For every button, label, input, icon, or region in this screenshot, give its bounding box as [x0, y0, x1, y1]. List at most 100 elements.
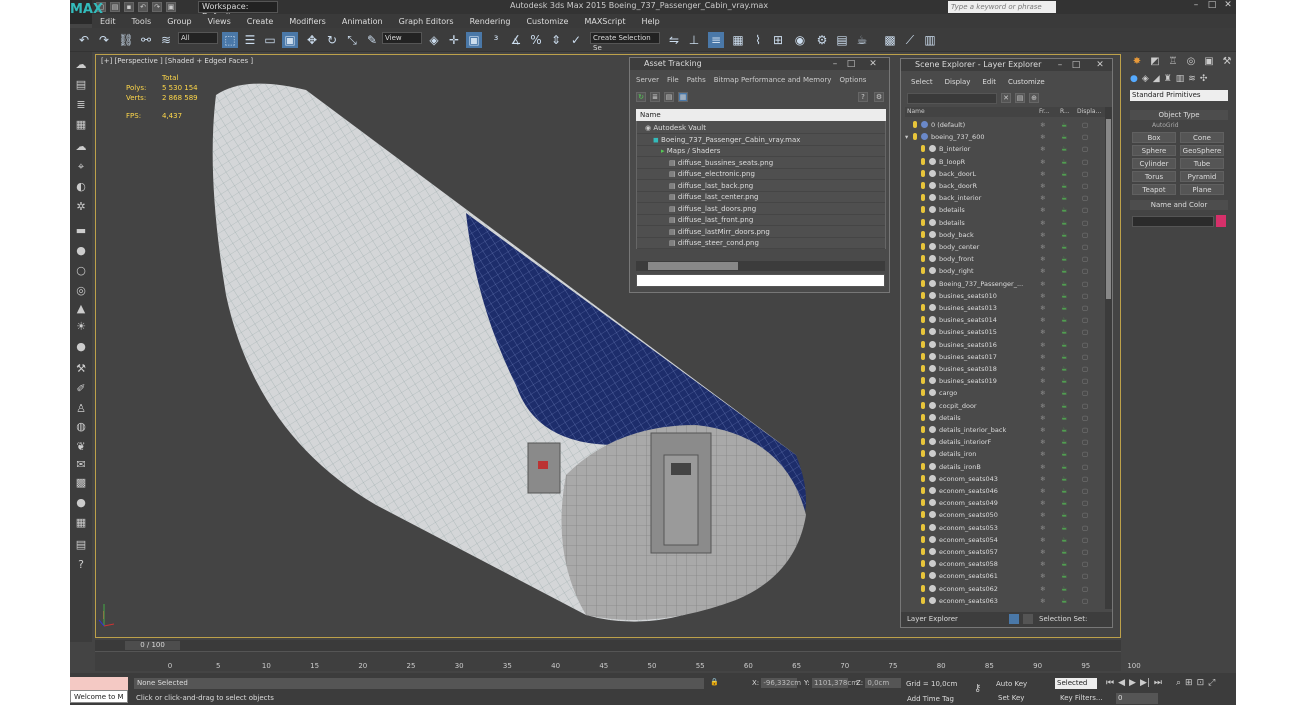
display-icon[interactable]: ▢ — [1082, 412, 1088, 424]
minimize-icon[interactable]: – — [828, 58, 842, 70]
geometry-icon[interactable]: ● — [1130, 74, 1138, 84]
scene-row[interactable]: 0 (default) ❄ ☕ ▢ — [905, 119, 1105, 131]
display-icon[interactable]: ▢ — [1082, 290, 1088, 302]
scene-row[interactable]: body_back ❄ ☕ ▢ — [905, 229, 1105, 241]
layer-explorer-dropdown[interactable]: Layer Explorer — [907, 615, 958, 623]
layer-visibility-icon[interactable] — [921, 401, 925, 409]
freeze-icon[interactable]: ❄ — [1040, 351, 1045, 363]
render-icon[interactable]: ☕ — [1061, 326, 1067, 338]
scene-row[interactable]: econom_seats063 ❄ ☕ ▢ — [905, 595, 1105, 607]
maximize-viewport-icon[interactable]: ⤢ — [1208, 678, 1215, 688]
render-icon[interactable]: ☕ — [1061, 509, 1067, 521]
freeze-icon[interactable]: ❄ — [1040, 119, 1045, 131]
omni-light-icon[interactable]: ○ — [73, 264, 89, 278]
maximize-icon[interactable]: □ — [1204, 0, 1220, 12]
freeze-icon[interactable]: ❄ — [1040, 229, 1045, 241]
menu-animation[interactable]: Animation — [334, 17, 391, 26]
menu-graph-editors[interactable]: Graph Editors — [391, 17, 462, 26]
render-icon[interactable]: ☕ — [1061, 278, 1067, 290]
layer-visibility-icon[interactable] — [921, 279, 925, 287]
render-icon[interactable]: ☕ — [1061, 363, 1067, 375]
display-icon[interactable]: ▢ — [1082, 229, 1088, 241]
freeze-icon[interactable]: ❄ — [1040, 412, 1045, 424]
render-icon[interactable]: ☕ — [1061, 265, 1067, 277]
manipulate-icon[interactable]: ✛ — [446, 32, 462, 48]
unlink-icon[interactable]: ⚯ — [138, 32, 154, 48]
layer-visibility-icon[interactable] — [921, 523, 925, 531]
add-to-layer-icon[interactable]: ⊕ — [1029, 93, 1039, 103]
object-name-field[interactable] — [1132, 216, 1214, 227]
display-icon[interactable]: ▢ — [1082, 302, 1088, 314]
render-setup-icon[interactable]: ⚙ — [814, 32, 830, 48]
display-icon[interactable]: ▢ — [1082, 363, 1088, 375]
scroll-thumb[interactable] — [648, 262, 738, 270]
render-icon[interactable]: ☕ — [1061, 473, 1067, 485]
render-icon[interactable]: ☕ — [1061, 314, 1067, 326]
spray-icon[interactable]: ✉ — [73, 458, 89, 472]
asset-menu-item[interactable]: File — [667, 76, 679, 88]
list-view-icon[interactable]: ≣ — [650, 92, 660, 102]
primitive-cone-button[interactable]: Cone — [1180, 132, 1224, 143]
freeze-icon[interactable]: ❄ — [1040, 204, 1045, 216]
x-field[interactable]: -96,332cm — [761, 678, 801, 688]
scene-row[interactable]: econom_seats062 ❄ ☕ ▢ — [905, 583, 1105, 595]
scene-row[interactable]: busines_seats017 ❄ ☕ ▢ — [905, 351, 1105, 363]
workspace-dropdown[interactable]: Workspace: Default — [198, 1, 278, 21]
z-field[interactable]: 0,0cm — [865, 678, 902, 688]
scene-row[interactable]: back_doorR ❄ ☕ ▢ — [905, 180, 1105, 192]
scale-icon[interactable]: ⤡ — [344, 32, 360, 48]
scene-row[interactable]: busines_seats019 ❄ ☕ ▢ — [905, 375, 1105, 387]
layer-visibility-icon[interactable] — [921, 413, 925, 421]
freeze-icon[interactable]: ❄ — [1040, 436, 1045, 448]
display-icon[interactable]: ▢ — [1082, 326, 1088, 338]
scene-row[interactable]: Boeing_737_Passenger_... ❄ ☕ ▢ — [905, 278, 1105, 290]
layer-visibility-icon[interactable] — [921, 291, 925, 299]
teapot-icon[interactable]: ● — [73, 496, 89, 510]
menu-maxscript[interactable]: MAXScript — [576, 17, 633, 26]
next-frame-icon[interactable]: ▶| — [1140, 678, 1150, 688]
scene-row[interactable]: busines_seats018 ❄ ☕ ▢ — [905, 363, 1105, 375]
helpers-icon[interactable]: ▥ — [1176, 74, 1185, 84]
display-icon[interactable]: ▢ — [1082, 424, 1088, 436]
save-icon[interactable]: ▪ — [124, 2, 134, 12]
render-column-header[interactable]: R... — [1060, 108, 1070, 115]
primitive-box-button[interactable]: Box — [1132, 132, 1176, 143]
freeze-icon[interactable]: ❄ — [1040, 156, 1045, 168]
redo-icon[interactable]: ↷ — [96, 32, 112, 48]
percent-snap-icon[interactable]: % — [528, 32, 544, 48]
display-icon[interactable]: ▢ — [1082, 204, 1088, 216]
minimize-icon[interactable]: – — [1053, 59, 1067, 71]
render-icon[interactable]: ☕ — [1061, 119, 1067, 131]
named-selection-dropdown[interactable]: Create Selection Se — [590, 32, 660, 52]
render-icon[interactable]: ☕ — [1061, 546, 1067, 558]
curve-editor-icon[interactable]: ⌇ — [750, 32, 766, 48]
freeze-icon[interactable]: ❄ — [1040, 253, 1045, 265]
display-icon[interactable]: ▢ — [1082, 180, 1088, 192]
asset-row[interactable]: ▤ diffuse_last_front.png — [637, 215, 885, 226]
cloud-icon[interactable]: ☁ — [73, 140, 89, 154]
asset-row[interactable]: ▤ diffuse_bussines_seats.png — [637, 158, 885, 169]
scene-row[interactable]: econom_seats050 ❄ ☕ ▢ — [905, 509, 1105, 521]
scene-row[interactable]: ▾ boeing_737_600 ❄ ☕ ▢ — [905, 131, 1105, 143]
scene-menu-item[interactable]: Customize — [1008, 78, 1045, 86]
systems-icon[interactable]: ✣ — [1200, 74, 1208, 84]
reference-coordinate-dropdown[interactable]: View — [382, 32, 422, 44]
spinner-snap-icon[interactable]: ⇕ — [548, 32, 564, 48]
auto-key-button[interactable]: Auto Key — [996, 680, 1027, 688]
display-icon[interactable]: ▢ — [1082, 583, 1088, 595]
freeze-icon[interactable]: ❄ — [1040, 375, 1045, 387]
y-field[interactable]: 1101,378cm — [811, 678, 858, 688]
set-key-button[interactable]: Set Key — [998, 694, 1024, 702]
primitives-dropdown[interactable]: Standard Primitives — [1130, 90, 1228, 101]
scene-row[interactable]: econom_seats061 ❄ ☕ ▢ — [905, 570, 1105, 582]
scene-row[interactable]: body_center ❄ ☕ ▢ — [905, 241, 1105, 253]
freeze-icon[interactable]: ❄ — [1040, 473, 1045, 485]
scroll-thumb[interactable] — [1106, 119, 1111, 299]
render-icon[interactable]: ☕ — [1061, 180, 1067, 192]
open-file-icon[interactable]: ▤ — [110, 2, 120, 12]
link-icon[interactable]: ⛓ — [118, 32, 134, 48]
layer-visibility-icon[interactable] — [921, 438, 925, 446]
layer-visibility-icon[interactable] — [921, 572, 925, 580]
table-view-icon[interactable]: ▦ — [678, 92, 688, 102]
menu-customize[interactable]: Customize — [518, 17, 576, 26]
